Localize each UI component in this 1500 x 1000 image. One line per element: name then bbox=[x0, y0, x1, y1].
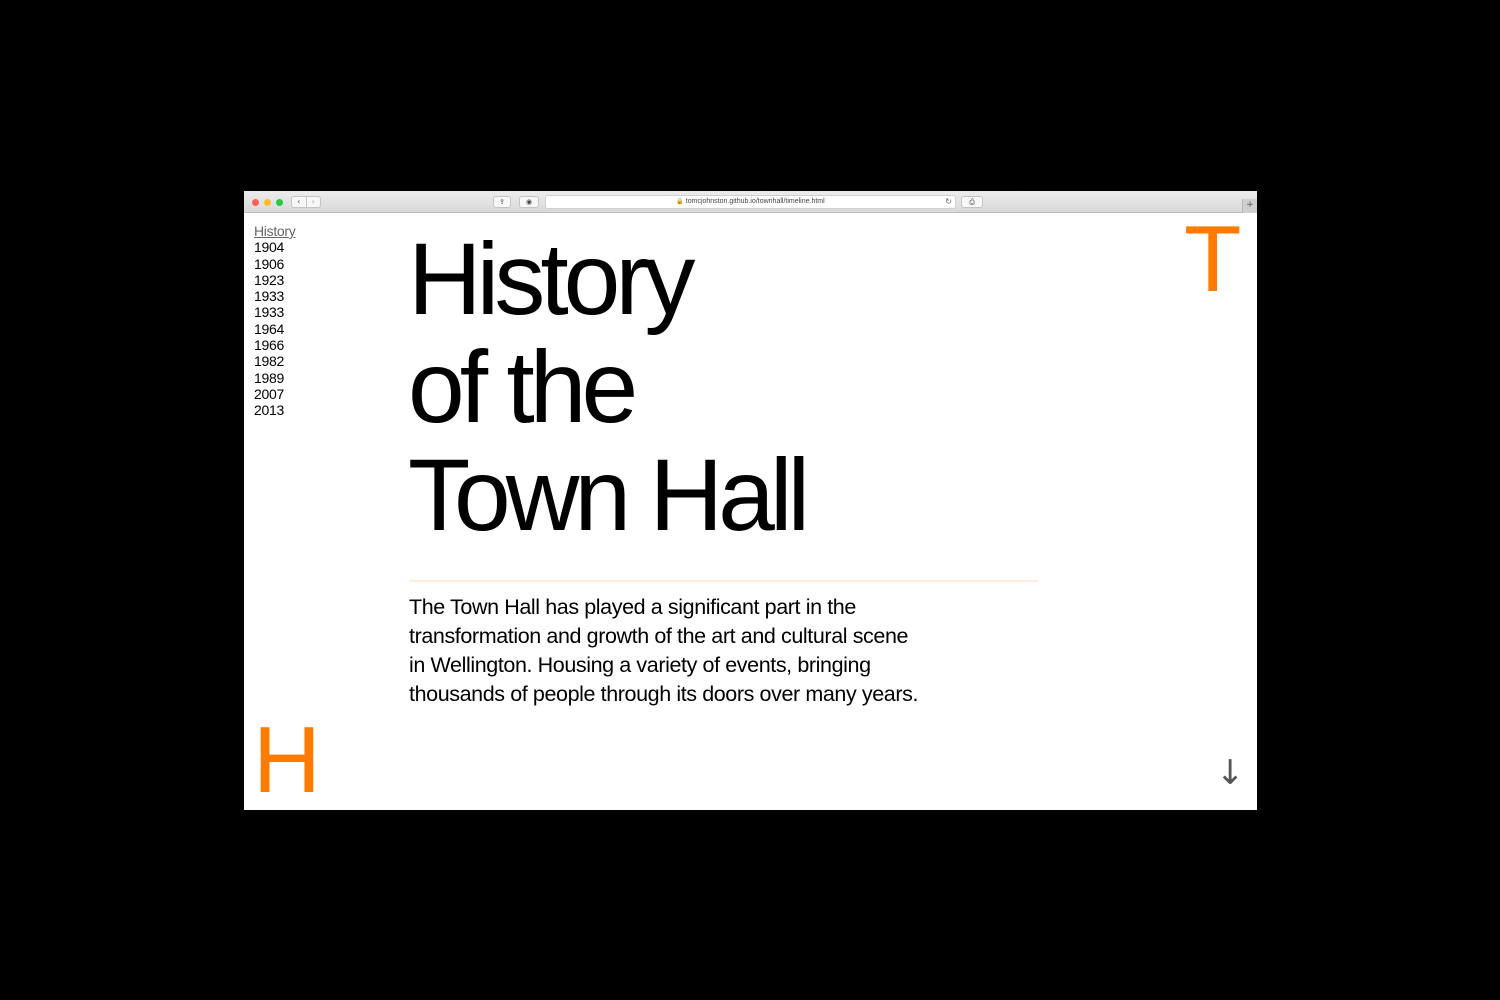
browser-toolbar: ‹ › ⇪ ◉ 🔒 tomcjohnston.github.io/townhall… bbox=[244, 191, 1257, 213]
address-text-wrapper: 🔒 tomcjohnston.github.io/townhall/timelin… bbox=[546, 196, 955, 208]
nav-link-1982[interactable]: 1982 bbox=[254, 353, 295, 369]
address-bar[interactable]: 🔒 tomcjohnston.github.io/townhall/timelin… bbox=[545, 195, 956, 209]
nav-item-1989: 1989 bbox=[254, 370, 295, 386]
scroll-down-arrow-icon[interactable]: ↓ bbox=[1216, 756, 1245, 790]
nav-item-1906: 1906 bbox=[254, 256, 295, 272]
intro-paragraph: The Town Hall has played a significant p… bbox=[409, 595, 919, 706]
nav-item-1904: 1904 bbox=[254, 239, 295, 255]
history-nav-group: ‹ › bbox=[291, 196, 321, 208]
nav-link-1989[interactable]: 1989 bbox=[254, 370, 295, 386]
nav-link-1904[interactable]: 1904 bbox=[254, 239, 295, 255]
nav-item-2007: 2007 bbox=[254, 386, 295, 402]
nav-link-1933-b[interactable]: 1933 bbox=[254, 304, 295, 320]
nav-item-1966: 1966 bbox=[254, 337, 295, 353]
nav-link-1923[interactable]: 1923 bbox=[254, 272, 295, 288]
new-tab-button[interactable]: + bbox=[1242, 199, 1257, 213]
nav-link-2013[interactable]: 2013 bbox=[254, 402, 295, 418]
nav-link-1966[interactable]: 1966 bbox=[254, 337, 295, 353]
share-icon[interactable]: ⇪ bbox=[493, 196, 511, 208]
corner-letter-t: T bbox=[1184, 206, 1242, 311]
timeline-nav-list: History 1904 1906 1923 1933 1933 1964 19… bbox=[254, 223, 296, 419]
nav-item-1982: 1982 bbox=[254, 353, 295, 369]
nav-item-1933-a: 1933 bbox=[254, 288, 295, 304]
nav-item-1964: 1964 bbox=[254, 321, 295, 337]
reload-icon[interactable]: ↻ bbox=[945, 196, 952, 208]
nav-link-1933-a[interactable]: 1933 bbox=[254, 288, 295, 304]
corner-letter-h: H bbox=[253, 707, 321, 810]
page-title-line-1: History bbox=[408, 222, 695, 336]
print-icon[interactable]: ⎙ bbox=[961, 196, 983, 208]
nav-item-1933-b: 1933 bbox=[254, 304, 295, 320]
forward-button[interactable]: › bbox=[307, 197, 321, 207]
back-button[interactable]: ‹ bbox=[292, 197, 307, 207]
nav-link-2007[interactable]: 2007 bbox=[254, 386, 295, 402]
minimize-window-button[interactable] bbox=[264, 199, 271, 206]
nav-link-1906[interactable]: 1906 bbox=[254, 256, 295, 272]
close-window-button[interactable] bbox=[252, 199, 259, 206]
nav-link-1964[interactable]: 1964 bbox=[254, 321, 295, 337]
page-title-line-3: Town Hall bbox=[408, 438, 810, 552]
zoom-window-button[interactable] bbox=[276, 199, 283, 206]
nav-item-history: History bbox=[254, 223, 296, 239]
nav-item-1923: 1923 bbox=[254, 272, 295, 288]
nav-link-history[interactable]: History bbox=[254, 223, 296, 239]
address-url: tomcjohnston.github.io/townhall/timeline… bbox=[685, 198, 825, 205]
page-title-line-2: of the bbox=[408, 330, 638, 444]
lock-icon: 🔒 bbox=[676, 198, 684, 205]
page-title: History of the Town Hall bbox=[408, 222, 810, 552]
title-divider bbox=[409, 580, 1038, 582]
nav-item-2013: 2013 bbox=[254, 402, 295, 418]
browser-window: ‹ › ⇪ ◉ 🔒 tomcjohnston.github.io/townhall… bbox=[244, 191, 1257, 810]
extension-icon[interactable]: ◉ bbox=[519, 196, 539, 208]
